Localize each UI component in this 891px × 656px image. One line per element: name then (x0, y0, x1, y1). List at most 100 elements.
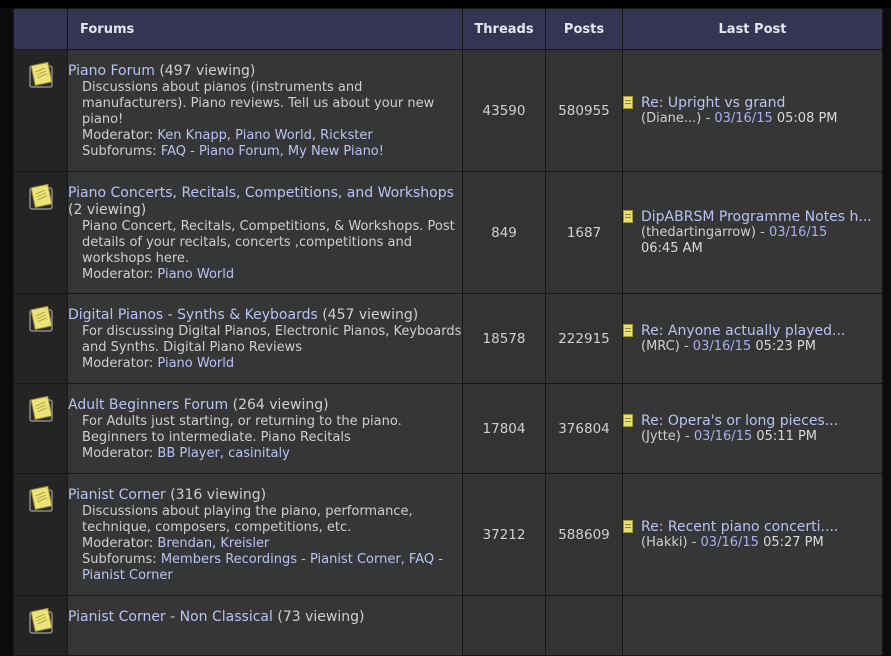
viewing-count: (457 viewing) (322, 307, 419, 323)
post-count: 588609 (545, 473, 623, 596)
header-last-post: Last Post (622, 8, 883, 50)
forum-title-link[interactable]: Pianist Corner (68, 487, 166, 503)
forum-table: Forums Threads Posts Last Post Piano For… (13, 8, 883, 656)
moderator-links[interactable]: Ken Knapp, Piano World, Rickster (157, 128, 372, 143)
forum-row: Digital Pianos - Synths & Keyboards (457… (13, 293, 883, 384)
forum-list-frame: Forums Threads Posts Last Post Piano For… (12, 8, 883, 656)
moderator-label: Moderator: (82, 128, 154, 143)
subforums-label: Subforums: (82, 144, 157, 159)
moderator-label: Moderator: (82, 267, 154, 282)
forum-main-cell: Digital Pianos - Synths & Keyboards (457… (67, 293, 463, 384)
forum-row: Pianist Corner - Non Classical (73 viewi… (13, 595, 883, 656)
post-icon (623, 210, 633, 223)
forum-row: Piano Concerts, Recitals, Competitions, … (13, 171, 883, 294)
last-post-cell: Re: Recent piano concerti.... (Hakki) - … (622, 473, 883, 596)
forum-icon-cell (13, 473, 68, 596)
post-count (545, 595, 623, 656)
last-post-author[interactable]: (thedartingarrow) (641, 225, 756, 240)
post-count: 222915 (545, 293, 623, 384)
thread-count: 43590 (462, 49, 546, 172)
post-icon (623, 96, 633, 109)
forum-row: Piano Forum (497 viewing) Discussions ab… (13, 49, 883, 172)
last-post-time: 06:45 AM (641, 240, 703, 256)
last-post-date: 03/16/15 (693, 428, 753, 444)
separator: - (680, 428, 694, 444)
last-post-author[interactable]: (Diane...) (641, 111, 701, 126)
header-posts: Posts (545, 8, 623, 50)
moderator-label: Moderator: (82, 356, 154, 371)
forum-folder-icon[interactable] (26, 485, 54, 513)
separator: - (687, 534, 701, 550)
moderator-label: Moderator: (82, 536, 154, 551)
forum-folder-icon[interactable] (26, 305, 54, 333)
top-strip (0, 0, 891, 8)
last-post-link[interactable]: Re: Recent piano concerti.... (641, 519, 838, 535)
forum-title-link[interactable]: Pianist Corner - Non Classical (68, 609, 273, 625)
last-post-author[interactable]: (Jytte) (641, 429, 681, 444)
viewing-count: (497 viewing) (159, 63, 256, 79)
thread-count: 37212 (462, 473, 546, 596)
forum-description: For discussing Digital Pianos, Electroni… (82, 324, 462, 355)
separator: - (755, 224, 769, 240)
forum-folder-icon[interactable] (26, 395, 54, 423)
last-post-cell: Re: Upright vs grand (Diane...) - 03/16/… (622, 49, 883, 172)
forum-main-cell: Piano Concerts, Recitals, Competitions, … (67, 171, 463, 294)
viewing-count: (2 viewing) (68, 202, 147, 218)
forum-icon-cell (13, 171, 68, 294)
last-post-time: 05:27 PM (763, 534, 824, 550)
forum-title-link[interactable]: Piano Concerts, Recitals, Competitions, … (68, 185, 454, 201)
forum-icon-cell (13, 49, 68, 172)
post-icon (623, 324, 633, 337)
forum-description: Piano Concert, Recitals, Competitions, &… (82, 219, 455, 266)
forum-main-cell: Pianist Corner (316 viewing) Discussions… (67, 473, 463, 596)
forum-icon-cell (13, 595, 68, 656)
forum-main-cell: Piano Forum (497 viewing) Discussions ab… (67, 49, 463, 172)
subforums-label: Subforums: (82, 552, 157, 567)
viewing-count: (73 viewing) (277, 609, 365, 625)
last-post-time: 05:23 PM (755, 338, 816, 354)
moderator-links[interactable]: Brendan, Kreisler (157, 536, 269, 551)
forum-row: Adult Beginners Forum (264 viewing) For … (13, 383, 883, 474)
forum-title-link[interactable]: Adult Beginners Forum (68, 397, 228, 413)
moderator-links[interactable]: Piano World (157, 356, 234, 371)
forum-title-link[interactable]: Digital Pianos - Synths & Keyboards (68, 307, 318, 323)
last-post-date: 03/16/15 (692, 338, 752, 354)
moderator-links[interactable]: BB Player, casinitaly (157, 446, 289, 461)
forum-icon-cell (13, 293, 68, 384)
thread-count (462, 595, 546, 656)
last-post-cell: DipABRSM Programme Notes h... (thedartin… (622, 171, 883, 294)
thread-count: 849 (462, 171, 546, 294)
header-threads: Threads (462, 8, 546, 50)
forum-main-cell: Adult Beginners Forum (264 viewing) For … (67, 383, 463, 474)
forum-folder-icon[interactable] (26, 183, 54, 211)
moderator-links[interactable]: Piano World (157, 267, 234, 282)
viewing-count: (264 viewing) (232, 397, 329, 413)
forum-icon-cell (13, 383, 68, 474)
last-post-author[interactable]: (Hakki) (641, 535, 688, 550)
last-post-link[interactable]: Re: Anyone actually played... (641, 323, 845, 339)
forum-description: For Adults just starting, or returning t… (82, 414, 402, 445)
last-post-author[interactable]: (MRC) (641, 339, 680, 354)
post-count: 1687 (545, 171, 623, 294)
thread-count: 17804 (462, 383, 546, 474)
post-icon (623, 414, 633, 427)
header-forums: Forums (67, 8, 463, 50)
viewing-count: (316 viewing) (170, 487, 267, 503)
last-post-link[interactable]: Re: Upright vs grand (641, 95, 785, 111)
thread-count: 18578 (462, 293, 546, 384)
forum-title-link[interactable]: Piano Forum (68, 63, 155, 79)
last-post-date: 03/16/15 (768, 224, 828, 240)
post-count: 580955 (545, 49, 623, 172)
post-count: 376804 (545, 383, 623, 474)
forum-folder-icon[interactable] (26, 61, 54, 89)
separator: - (679, 338, 693, 354)
last-post-date: 03/16/15 (714, 110, 773, 126)
forum-row: Pianist Corner (316 viewing) Discussions… (13, 473, 883, 596)
last-post-date: 03/16/15 (700, 534, 759, 550)
last-post-link[interactable]: DipABRSM Programme Notes h... (641, 209, 872, 225)
last-post-link[interactable]: Re: Opera's or long pieces... (641, 413, 838, 429)
last-post-time: 05:08 PM (776, 110, 838, 126)
subforum-links[interactable]: FAQ - Piano Forum, My New Piano! (161, 144, 384, 159)
forum-description: Discussions about playing the piano, per… (82, 504, 413, 535)
last-post-time: 05:11 PM (756, 428, 818, 444)
